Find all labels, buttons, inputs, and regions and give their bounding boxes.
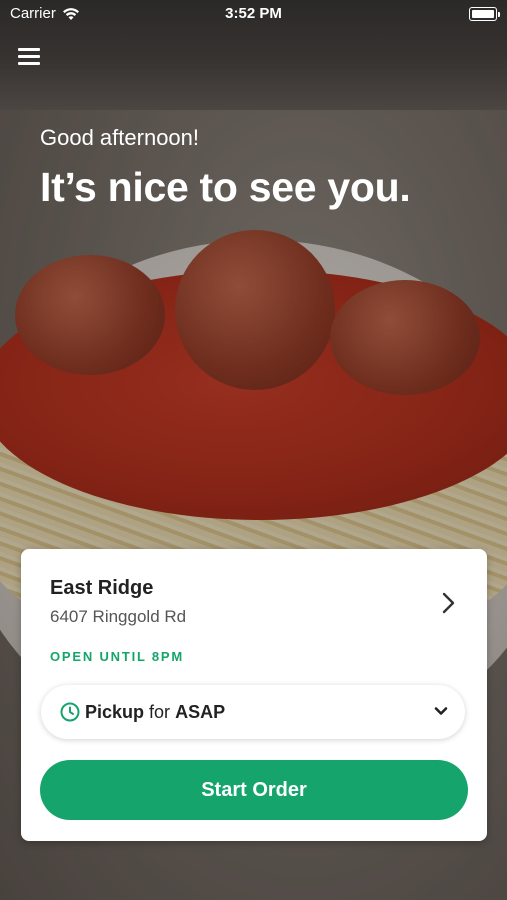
clock-icon — [60, 702, 80, 722]
hamburger-menu-icon[interactable] — [18, 46, 44, 68]
location-address: 6407 Ringgold Rd — [50, 607, 187, 626]
order-time-selector[interactable]: Pickup for ASAP — [41, 685, 465, 739]
order-time-text: Pickup for ASAP — [85, 702, 225, 723]
hours-status: OPEN UNTIL 8PM — [50, 649, 185, 664]
order-for-text: for — [149, 701, 171, 722]
status-time: 3:52 PM — [225, 5, 282, 22]
battery-icon — [469, 7, 500, 21]
start-order-button[interactable]: Start Order — [40, 760, 468, 820]
location-name[interactable]: East Ridge — [50, 577, 153, 600]
order-when: ASAP — [175, 701, 226, 722]
order-type: Pickup — [85, 701, 145, 722]
greeting-title: It’s nice to see you. — [40, 164, 411, 210]
chevron-right-icon[interactable] — [437, 589, 459, 617]
app-screen: Carrier 3:52 PM Good afternoon! It’s nic… — [0, 0, 507, 900]
location-card: East Ridge 6407 Ringgold Rd OPEN UNTIL 8… — [21, 549, 487, 841]
status-bar: Carrier 3:52 PM — [0, 0, 507, 28]
chevron-down-icon — [434, 707, 448, 715]
greeting-subtitle: Good afternoon! — [40, 125, 200, 150]
